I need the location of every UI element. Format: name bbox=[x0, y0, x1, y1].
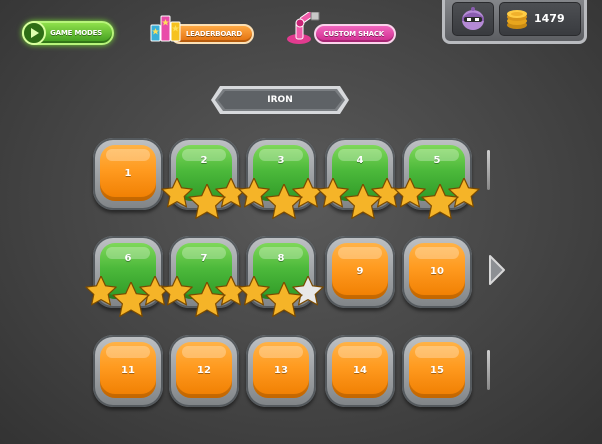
level-number: 9 bbox=[356, 265, 364, 277]
level-button-10[interactable]: 10 bbox=[402, 236, 472, 308]
gold-star-icon bbox=[188, 183, 226, 226]
gold-star-icon bbox=[421, 183, 459, 226]
star-rating bbox=[85, 270, 171, 318]
coin-stack-icon bbox=[507, 10, 527, 29]
level-button-5[interactable]: 5 bbox=[394, 138, 480, 220]
star-rating bbox=[161, 270, 247, 318]
level-button-1[interactable]: 1 bbox=[93, 138, 163, 210]
level-button-14[interactable]: 14 bbox=[325, 335, 395, 407]
level-button-7[interactable]: 7 bbox=[161, 236, 247, 318]
level-button-4[interactable]: 4 bbox=[317, 138, 403, 220]
leaderboard-label: LEADERBOARD bbox=[185, 30, 242, 38]
player-hud: 1479 bbox=[442, 0, 587, 44]
level-button-9[interactable]: 9 bbox=[325, 236, 395, 308]
level-button-2[interactable]: 2 bbox=[161, 138, 247, 220]
custom-shack-icon bbox=[284, 9, 324, 46]
star-rating bbox=[238, 172, 324, 220]
level-number: 1 bbox=[124, 167, 132, 179]
level-button-15[interactable]: 15 bbox=[402, 335, 472, 407]
avatar-button[interactable] bbox=[452, 2, 494, 36]
next-page-edge bbox=[487, 150, 490, 190]
level-button-11[interactable]: 11 bbox=[93, 335, 163, 407]
play-icon bbox=[22, 21, 46, 45]
world-banner: IRON bbox=[210, 85, 350, 115]
level-button-6[interactable]: 6 bbox=[85, 236, 171, 318]
level-button-8[interactable]: 8 bbox=[238, 236, 324, 318]
gold-star-icon bbox=[344, 183, 382, 226]
leaderboard-button[interactable]: LEADERBOARD bbox=[150, 15, 254, 44]
star-rating bbox=[238, 270, 324, 318]
next-page-arrow-icon[interactable] bbox=[488, 254, 506, 286]
star-rating bbox=[161, 172, 247, 220]
level-number: 11 bbox=[121, 364, 135, 376]
level-button-12[interactable]: 12 bbox=[169, 335, 239, 407]
game-modes-button[interactable]: GAME MODES bbox=[22, 21, 114, 45]
gold-star-icon bbox=[188, 281, 226, 324]
leaderboard-icon bbox=[150, 13, 182, 43]
gold-star-icon bbox=[265, 183, 303, 226]
level-number: 12 bbox=[197, 364, 211, 376]
level-button-3[interactable]: 3 bbox=[238, 138, 324, 220]
star-rating bbox=[394, 172, 480, 220]
coin-counter: 1479 bbox=[499, 2, 581, 36]
level-button-13[interactable]: 13 bbox=[246, 335, 316, 407]
world-title: IRON bbox=[267, 95, 293, 105]
level-number: 13 bbox=[274, 364, 288, 376]
ninja-avatar-icon bbox=[462, 7, 484, 30]
coin-count: 1479 bbox=[534, 12, 565, 25]
gold-star-icon bbox=[112, 281, 150, 324]
custom-shack-label: CUSTOM SHACK bbox=[323, 30, 385, 38]
next-page-edge bbox=[487, 350, 490, 390]
level-number: 15 bbox=[430, 364, 444, 376]
level-number: 14 bbox=[353, 364, 367, 376]
star-rating bbox=[317, 172, 403, 220]
level-number: 10 bbox=[430, 265, 444, 277]
gold-star-icon bbox=[265, 281, 303, 324]
game-modes-label: GAME MODES bbox=[50, 29, 102, 37]
custom-shack-button[interactable]: CUSTOM SHACK bbox=[287, 9, 396, 44]
